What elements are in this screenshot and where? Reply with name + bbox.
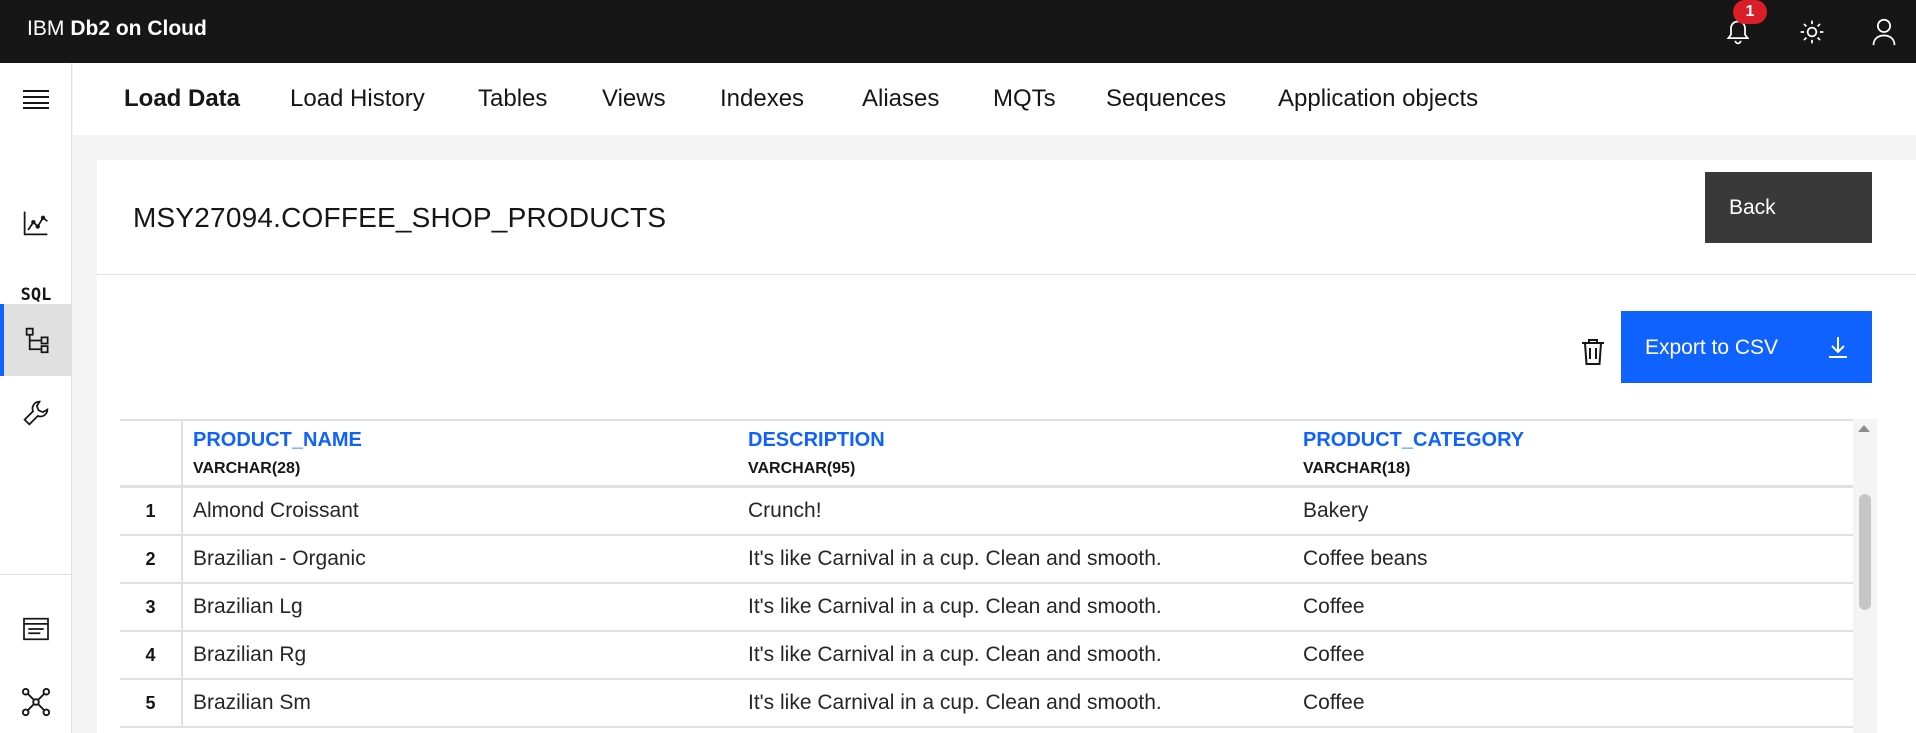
row-number: 5: [120, 680, 183, 728]
grid-header: PRODUCT_NAME VARCHAR(28) DESCRIPTION VAR…: [120, 419, 1853, 488]
trash-icon[interactable]: [1577, 336, 1609, 368]
left-rail: SQL: [0, 63, 72, 733]
user-icon[interactable]: [1862, 10, 1906, 54]
tab-application-objects[interactable]: Application objects: [1278, 85, 1478, 113]
table-cell[interactable]: Brazilian Lg: [193, 584, 303, 630]
export-button-label: Export to CSV: [1645, 336, 1779, 359]
table-cell[interactable]: It's like Carnival in a cup. Clean and s…: [748, 632, 1162, 678]
row-number-header: [120, 421, 183, 485]
table-row[interactable]: 5 Brazilian Sm It's like Carnival in a c…: [120, 680, 1853, 728]
table-cell[interactable]: It's like Carnival in a cup. Clean and s…: [748, 536, 1162, 582]
column-type: VARCHAR(18): [1303, 460, 1411, 477]
sql-icon-label: SQL: [20, 285, 52, 305]
scroll-thumb[interactable]: [1859, 494, 1871, 610]
table-cell[interactable]: Coffee beans: [1303, 536, 1428, 582]
brand-title[interactable]: IBM Db2 on Cloud: [27, 17, 207, 41]
column-name: PRODUCT_CATEGORY: [1303, 429, 1525, 451]
column-name: PRODUCT_NAME: [193, 429, 362, 451]
table-cell[interactable]: Coffee: [1303, 584, 1365, 630]
table-cell[interactable]: Coffee: [1303, 680, 1365, 726]
column-header[interactable]: DESCRIPTION VARCHAR(95): [748, 429, 885, 478]
card-divider: [97, 274, 1916, 275]
theme-icon[interactable]: [1790, 10, 1834, 54]
row-number: 4: [120, 632, 183, 680]
column-name: DESCRIPTION: [748, 429, 885, 451]
column-type: VARCHAR(28): [193, 460, 301, 477]
nav-tabs: Load Data Load History Tables Views Inde…: [73, 63, 1916, 135]
table-cell[interactable]: Coffee: [1303, 632, 1365, 678]
wrench-icon[interactable]: [0, 377, 72, 449]
tab-sequences[interactable]: Sequences: [1106, 85, 1226, 113]
table-cell[interactable]: It's like Carnival in a cup. Clean and s…: [748, 584, 1162, 630]
network-icon[interactable]: [0, 666, 72, 733]
tab-mqts[interactable]: MQTs: [993, 85, 1056, 113]
tab-tables[interactable]: Tables: [478, 85, 547, 113]
table-row[interactable]: 2 Brazilian - Organic It's like Carnival…: [120, 536, 1853, 584]
tab-indexes[interactable]: Indexes: [720, 85, 804, 113]
table-cell[interactable]: Crunch!: [748, 488, 822, 534]
row-number: 2: [120, 536, 183, 584]
tab-views[interactable]: Views: [602, 85, 666, 113]
brand-product: Db2 on Cloud: [70, 17, 207, 40]
data-grid: PRODUCT_NAME VARCHAR(28) DESCRIPTION VAR…: [120, 419, 1853, 733]
brand-prefix: IBM: [27, 17, 65, 40]
table-cell[interactable]: It's like Carnival in a cup. Clean and s…: [748, 680, 1162, 726]
table-name-title: MSY27094.COFFEE_SHOP_PRODUCTS: [133, 202, 667, 233]
monitor-chart-icon[interactable]: [0, 187, 72, 259]
back-button[interactable]: Back: [1705, 172, 1872, 243]
menu-icon[interactable]: [0, 63, 72, 135]
table-row[interactable]: 4 Brazilian Rg It's like Carnival in a c…: [120, 632, 1853, 680]
grid-scrollbar[interactable]: [1853, 419, 1877, 733]
column-header[interactable]: PRODUCT_NAME VARCHAR(28): [193, 429, 362, 478]
top-header: IBM Db2 on Cloud 1: [0, 0, 1916, 63]
download-icon: [1828, 335, 1848, 365]
table-detail-card: MSY27094.COFFEE_SHOP_PRODUCTS Back Expor…: [97, 160, 1916, 733]
tab-load-history[interactable]: Load History: [290, 85, 425, 113]
document-list-icon[interactable]: [0, 593, 72, 665]
table-cell[interactable]: Brazilian Rg: [193, 632, 306, 678]
table-row[interactable]: 1 Almond Croissant Crunch! Bakery: [120, 488, 1853, 536]
data-tree-icon[interactable]: [0, 304, 72, 376]
row-number: 3: [120, 584, 183, 632]
table-cell[interactable]: Brazilian Sm: [193, 680, 311, 726]
tab-load-data[interactable]: Load Data: [124, 85, 240, 113]
table-cell[interactable]: Almond Croissant: [193, 488, 359, 534]
column-type: VARCHAR(95): [748, 460, 856, 477]
row-number: 1: [120, 488, 183, 536]
table-cell[interactable]: Bakery: [1303, 488, 1368, 534]
column-header[interactable]: PRODUCT_CATEGORY VARCHAR(18): [1303, 429, 1524, 478]
rail-divider: [0, 574, 72, 575]
table-cell[interactable]: Brazilian - Organic: [193, 536, 366, 582]
notification-badge: 1: [1733, 0, 1767, 24]
table-row[interactable]: 3 Brazilian Lg It's like Carnival in a c…: [120, 584, 1853, 632]
tab-aliases[interactable]: Aliases: [862, 85, 939, 113]
export-to-csv-button[interactable]: Export to CSV: [1621, 311, 1872, 383]
scroll-up-arrow-icon[interactable]: [1858, 425, 1870, 432]
